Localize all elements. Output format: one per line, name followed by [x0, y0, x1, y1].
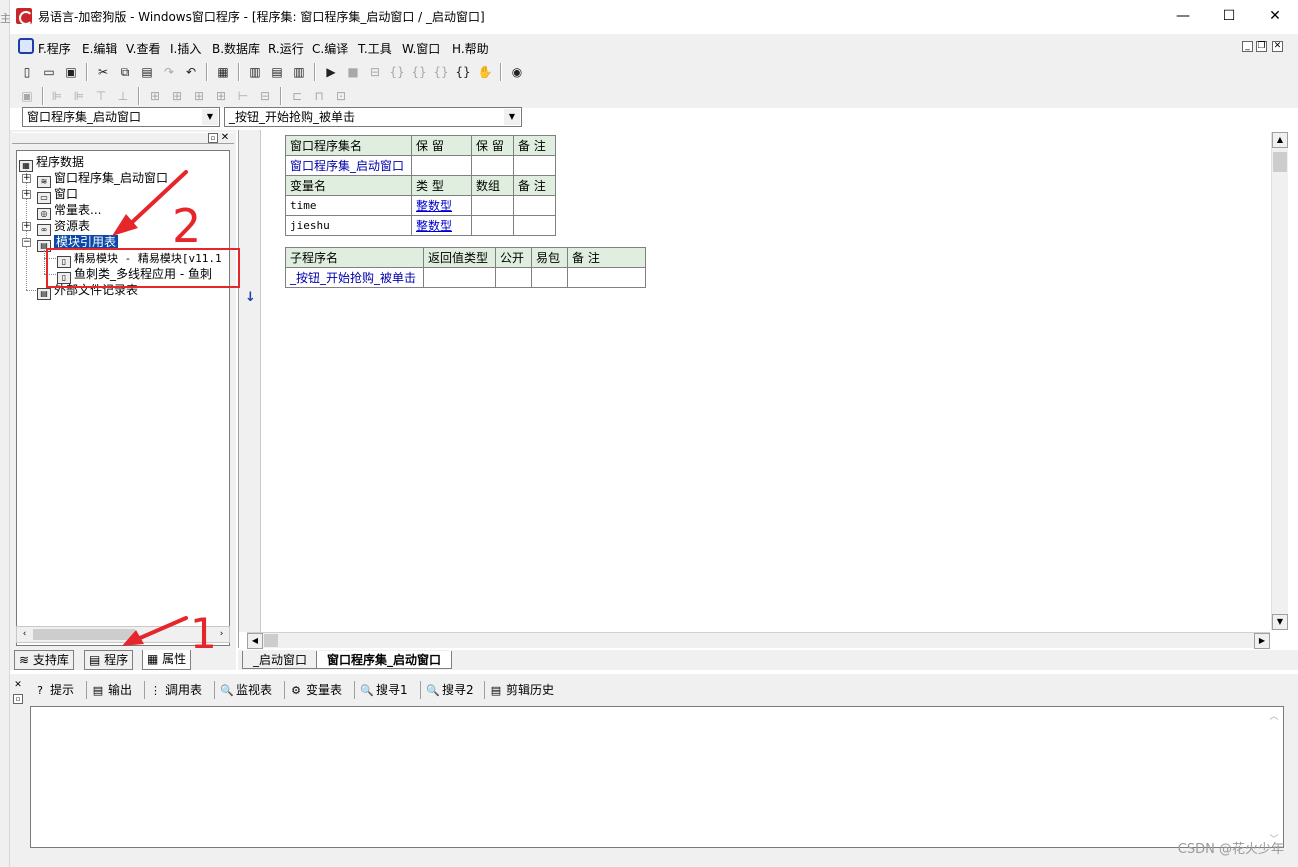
annotation-digit-1: 1: [190, 609, 217, 658]
annotation-digit-2: 2: [172, 199, 201, 253]
red-highlight-box: [46, 248, 240, 288]
annotation-overlay: 2 1: [112, 170, 217, 658]
red-arrow-annotation: [122, 616, 188, 646]
